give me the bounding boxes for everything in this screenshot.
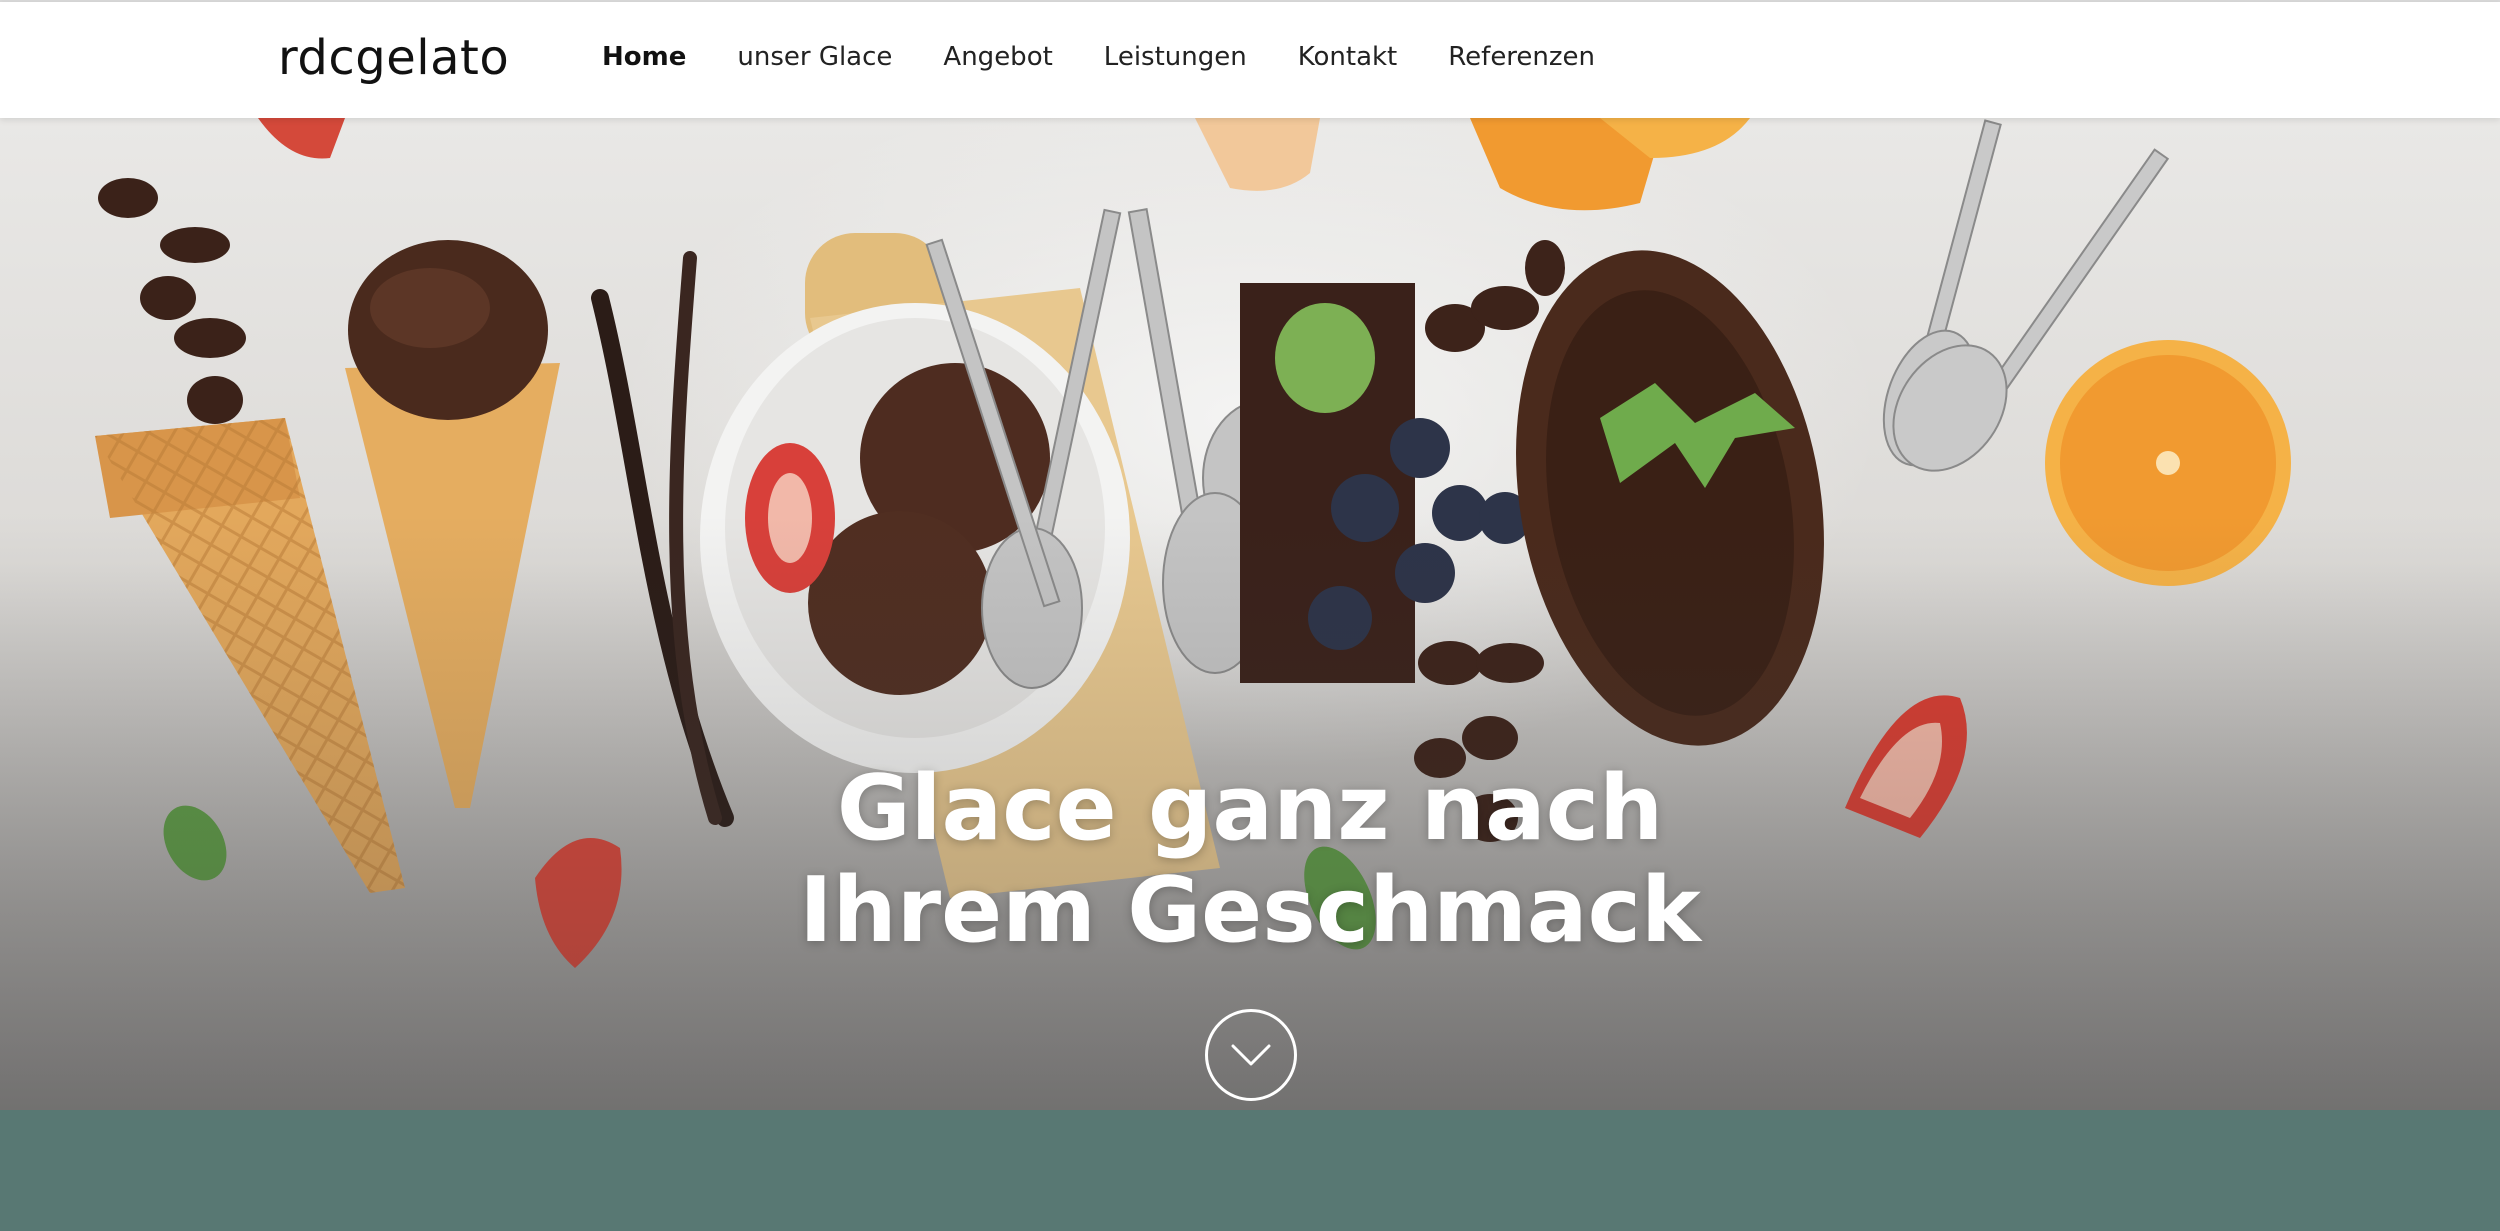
- nav-item-home[interactable]: Home: [602, 42, 686, 72]
- hero-headline: Glace ganz nach Ihrem Geschmack: [0, 758, 2500, 962]
- hero-section: Glace ganz nach Ihrem Geschmack: [0, 118, 2500, 1110]
- nav-item-referenzen[interactable]: Referenzen: [1448, 42, 1595, 72]
- headline-line-1: Glace ganz nach: [836, 756, 1664, 861]
- site-logo[interactable]: rdcgelato: [278, 30, 509, 86]
- chevron-down-icon: [1231, 1044, 1271, 1066]
- nav-item-angebot[interactable]: Angebot: [943, 42, 1052, 72]
- main-nav: Home unser Glace Angebot Leistungen Kont…: [602, 42, 1646, 72]
- scroll-down-button[interactable]: [1205, 1009, 1297, 1101]
- nav-item-unser-glace[interactable]: unser Glace: [737, 42, 892, 72]
- nav-item-kontakt[interactable]: Kontakt: [1298, 42, 1398, 72]
- site-header: rdcgelato Home unser Glace Angebot Leist…: [0, 2, 2500, 118]
- nav-item-leistungen[interactable]: Leistungen: [1104, 42, 1247, 72]
- content-band: [0, 1110, 2500, 1231]
- headline-line-2: Ihrem Geschmack: [799, 858, 1701, 963]
